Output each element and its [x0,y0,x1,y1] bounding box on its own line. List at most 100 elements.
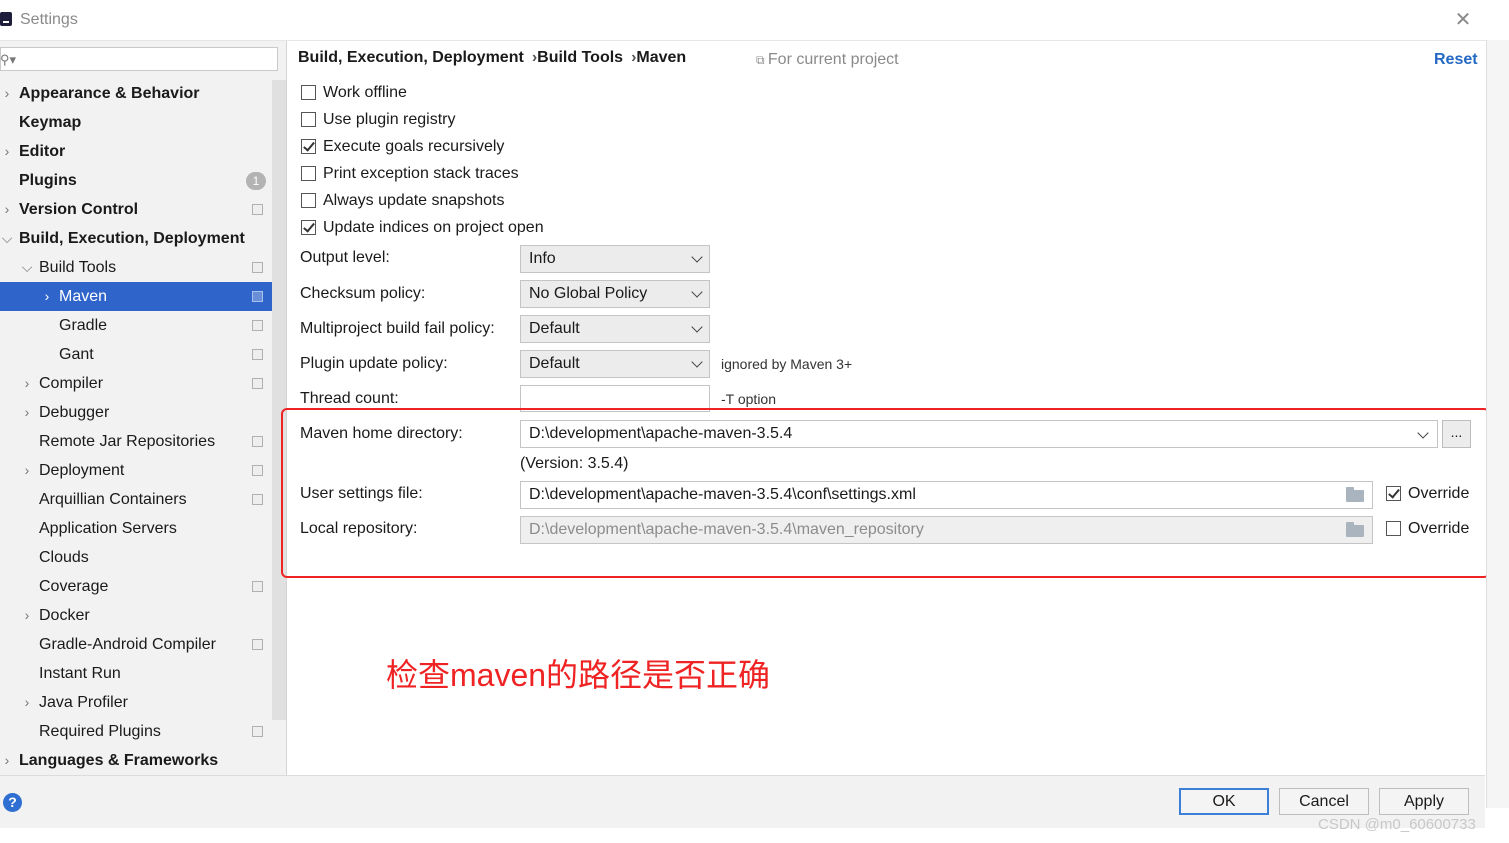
chevron-right-icon[interactable]: › [0,79,14,108]
sidebar-item-label: Java Profiler [39,694,128,711]
project-scope-icon [252,726,263,737]
sidebar-item[interactable]: › Version Control [0,195,272,224]
sidebar-item[interactable]: Application Servers [0,514,272,543]
close-icon[interactable]: ✕ [1452,9,1474,31]
sidebar-item[interactable]: Plugins 1 [0,166,272,195]
sidebar-item[interactable]: › Compiler [0,369,272,398]
project-icon: ⧉ [756,53,768,67]
sidebar-item[interactable]: › Debugger [0,398,272,427]
checkbox-label: Work offline [323,84,407,101]
checkbox[interactable] [301,139,316,154]
reset-link[interactable]: Reset [1434,51,1478,69]
breadcrumb-build-execution[interactable]: Build, Execution, Deployment [298,49,524,66]
sidebar-item[interactable]: Instant Run [0,659,272,688]
sidebar-item[interactable]: › Java Profiler [0,688,272,717]
checkbox[interactable] [301,166,316,181]
sidebar-item[interactable]: Remote Jar Repositories [0,427,272,456]
multiproject-policy-value: Default [529,320,580,337]
multiproject-policy-select[interactable]: Default [520,315,710,343]
sidebar-item[interactable]: › Maven [0,282,272,311]
cancel-button[interactable]: Cancel [1279,788,1369,815]
sidebar-item-label: Gradle-Android Compiler [39,636,216,653]
sidebar-item[interactable]: Coverage [0,572,272,601]
project-scope-icon [252,320,263,331]
breadcrumb-maven: Maven [636,49,687,66]
for-current-project-label: ⧉ For current project [756,51,899,68]
intellij-app-icon [0,12,12,26]
plugin-update-policy-value: Default [529,355,580,372]
watermark: CSDN @m0_60600733 [1318,816,1476,833]
sidebar-item-label: Remote Jar Repositories [39,433,216,450]
project-scope-icon [252,291,263,302]
plugin-update-policy-label: Plugin update policy: [300,355,448,372]
sidebar-item[interactable]: Required Plugins [0,717,272,746]
chevron-right-icon[interactable]: › [0,746,14,775]
checkbox-label: Always update snapshots [323,192,505,209]
sidebar-item[interactable]: › Languages & Frameworks [0,746,272,775]
breadcrumb: Build, Execution, Deployment ›Build Tools… [298,49,686,67]
checksum-policy-value: No Global Policy [529,285,648,302]
chevron-right-icon[interactable]: › [20,601,34,630]
chevron-down-icon[interactable]: ⌵ [20,253,34,282]
project-scope-icon [252,639,263,650]
checkbox[interactable] [301,85,316,100]
sidebar-item[interactable]: › Deployment [0,456,272,485]
sidebar-item-label: Languages & Frameworks [19,752,219,769]
search-icon: ⚲▾ [0,52,17,67]
update-count-badge: 1 [246,172,266,190]
chevron-right-icon[interactable]: › [20,369,34,398]
sidebar-item-label: Plugins [19,172,77,189]
sidebar-item-label: Compiler [39,375,104,392]
project-scope-icon [252,204,263,215]
chevron-right-icon[interactable]: › [0,137,14,166]
checkbox[interactable] [301,112,316,127]
search-input[interactable] [0,47,278,71]
chevron-right-icon[interactable]: › [20,398,34,427]
chevron-down-icon [691,321,703,333]
help-icon[interactable]: ? [3,793,22,812]
project-scope-icon [252,436,263,447]
sidebar-item-label: Maven [59,288,108,305]
output-level-select[interactable]: Info [520,245,710,273]
sidebar-item-label: Application Servers [39,520,177,537]
sidebar-item-label: Gradle [59,317,108,334]
chevron-right-icon[interactable]: › [40,282,54,311]
checkbox-label: Print exception stack traces [323,165,519,182]
annotation-highlight-box [281,408,1490,578]
thread-count-label: Thread count: [300,390,399,407]
sidebar-item[interactable]: Arquillian Containers [0,485,272,514]
sidebar-item[interactable]: ⌵ Build Tools [0,253,272,282]
sidebar-item[interactable]: Gant [0,340,272,369]
apply-button[interactable]: Apply [1379,788,1469,815]
plugin-update-policy-select[interactable]: Default [520,350,710,378]
checksum-policy-label: Checksum policy: [300,285,426,302]
output-level-label: Output level: [300,249,390,266]
sidebar-item-label: Clouds [39,549,89,566]
sidebar-item[interactable]: › Docker [0,601,272,630]
chevron-right-icon[interactable]: › [20,688,34,717]
window-title: Settings [20,11,78,28]
sidebar-item[interactable]: › Editor [0,137,272,166]
sidebar-item-label: Instant Run [39,665,121,682]
checkbox[interactable] [301,193,316,208]
plugin-update-hint: ignored by Maven 3+ [721,356,853,372]
chevron-right-icon[interactable]: › [20,456,34,485]
chevron-right-icon[interactable]: › [0,195,14,224]
sidebar-item[interactable]: Clouds [0,543,272,572]
chevron-down-icon[interactable]: ⌵ [0,224,14,253]
sidebar-item[interactable]: ⌵ Build, Execution, Deployment [0,224,272,253]
ok-button[interactable]: OK [1179,788,1269,815]
sidebar-item[interactable]: Gradle [0,311,272,340]
breadcrumb-build-tools[interactable]: Build Tools [537,49,623,66]
checkbox[interactable] [301,220,316,235]
checksum-policy-select[interactable]: No Global Policy [520,280,710,308]
thread-count-hint: -T option [721,391,776,407]
multiproject-policy-label: Multiproject build fail policy: [300,320,495,337]
sidebar-item[interactable]: Keymap [0,108,272,137]
output-level-value: Info [529,250,556,267]
background-window-strip [0,828,1509,843]
tree-scrollbar[interactable] [272,80,286,720]
sidebar-item[interactable]: › Appearance & Behavior [0,79,272,108]
checkbox-label: Execute goals recursively [323,138,505,155]
sidebar-item[interactable]: Gradle-Android Compiler [0,630,272,659]
